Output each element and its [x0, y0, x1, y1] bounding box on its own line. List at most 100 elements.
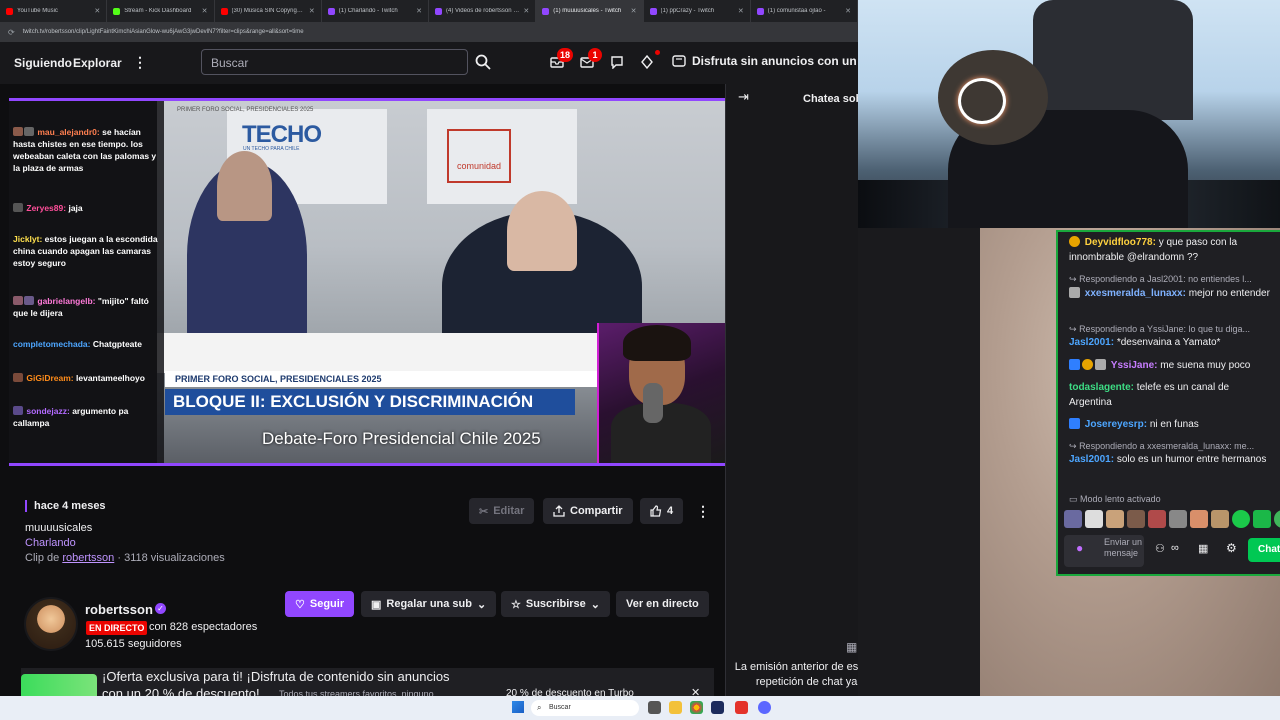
tab-close-icon[interactable]: ✕: [416, 7, 422, 15]
tab-close-icon[interactable]: ✕: [631, 7, 637, 15]
emote-icon[interactable]: [1190, 510, 1208, 528]
microphone-icon[interactable]: ●: [1076, 542, 1083, 554]
chrome-icon[interactable]: [690, 701, 703, 714]
nav-explore[interactable]: Explorar: [73, 56, 122, 70]
chat-username[interactable]: YssiJane:: [1111, 360, 1158, 371]
browser-tab[interactable]: (4) Videos de robertsson - T ✕: [429, 0, 537, 22]
emote-picker-icon[interactable]: ⚇: [1155, 542, 1165, 555]
tab-favicon-icon: [220, 7, 228, 15]
chat-username[interactable]: todaslagente:: [1069, 382, 1134, 393]
turbo-promo-button[interactable]: Disfruta sin anuncios con un 20%: [672, 54, 884, 68]
reply-text: Respondiendo a Jasl2001: no entiendes l.…: [1079, 274, 1252, 284]
watch-live-button[interactable]: Ver en directo: [616, 591, 709, 617]
chat-username[interactable]: Jasl2001:: [1069, 454, 1114, 465]
tab-title: (1) muuuusicales - Twitch: [553, 8, 622, 14]
channel-avatar[interactable]: [24, 597, 78, 651]
chat-username[interactable]: xxesmeralda_lunaxx:: [1085, 288, 1186, 299]
follow-button[interactable]: ♡ Seguir: [285, 591, 355, 617]
chat-username[interactable]: Deyvidfloo778:: [1085, 237, 1156, 248]
share-button[interactable]: Compartir: [543, 498, 633, 524]
browser-tab[interactable]: (1) Charlando - Twitch ✕: [322, 0, 429, 22]
tab-close-icon[interactable]: ✕: [738, 7, 744, 15]
start-menu-icon[interactable]: [512, 701, 524, 713]
tab-close-icon[interactable]: ✕: [94, 7, 100, 15]
tab-close-icon[interactable]: ✕: [309, 7, 315, 15]
gift-icon[interactable]: ▦: [1198, 542, 1208, 555]
browser-tab[interactable]: Stream - Kick Dashboard ✕: [107, 0, 215, 22]
emote-icon[interactable]: [1211, 510, 1229, 528]
browser-tab[interactable]: (30) Música SIN Copyright - ✕: [215, 0, 322, 22]
emote-icon[interactable]: [1253, 510, 1271, 528]
like-count: 4: [667, 505, 674, 517]
clip-creator-link[interactable]: robertsson: [62, 552, 114, 564]
side-chat-overlay: Deyvidfloo778: y que paso con la innombr…: [1056, 230, 1280, 576]
thumbs-up-icon: [650, 505, 662, 517]
reload-icon[interactable]: ⟳: [8, 28, 15, 37]
browser-address-bar[interactable]: ⟳ twitch.tv/robertsson/clip/LightFaintKi…: [0, 22, 858, 42]
follow-label: Seguir: [309, 598, 345, 610]
channel-name[interactable]: robertsson: [85, 602, 153, 617]
subscribe-button[interactable]: ☆ Suscribirse ⌄: [501, 591, 611, 617]
overlay-chat-username: GiGiDream:: [26, 373, 74, 383]
turbo-offer-banner[interactable]: ¡Oferta exclusiva para ti! ¡Disfruta de …: [21, 668, 714, 698]
tab-title: Stream - Kick Dashboard: [124, 8, 192, 14]
taskbar-search[interactable]: ⌕ Buscar: [531, 700, 639, 716]
app-icon[interactable]: [735, 701, 748, 714]
tab-close-icon[interactable]: ✕: [845, 7, 851, 15]
tab-favicon-icon: [756, 7, 764, 15]
user-badge-icon: [13, 296, 23, 305]
tab-close-icon[interactable]: ✕: [202, 7, 208, 15]
gift-sub-button[interactable]: ▣ Regalar una sub ⌄: [361, 591, 497, 617]
chat-username[interactable]: Josereyesrp:: [1085, 419, 1147, 430]
browser-tab[interactable]: (1) ppCrazy - Twitch ✕: [644, 0, 751, 22]
like-button[interactable]: 4: [640, 498, 684, 524]
settings-icon[interactable]: ⚙: [1226, 541, 1237, 555]
emote-icon[interactable]: [1274, 510, 1280, 528]
chat-username[interactable]: Jasl2001:: [1069, 337, 1114, 348]
url-text[interactable]: twitch.tv/robertsson/clip/LightFaintKimc…: [23, 29, 304, 35]
live-badge: EN DIRECTO: [86, 621, 148, 635]
more-options-icon[interactable]: ⋮: [686, 498, 720, 524]
emote-icon[interactable]: [1127, 510, 1145, 528]
emote-icon[interactable]: [1148, 510, 1166, 528]
taskview-icon[interactable]: [648, 701, 661, 714]
user-badge-icon: [1095, 359, 1106, 370]
browser-tab[interactable]: (1) comunistaa ojlao - ✕: [751, 0, 858, 22]
clip-video-player[interactable]: PRIMER FORO SOCIAL, PRESIDENCIALES 2025 …: [9, 98, 725, 466]
edit-button[interactable]: ✂ Editar: [469, 498, 535, 524]
search-input[interactable]: Buscar: [201, 49, 468, 75]
chat-header: Chatea sob: [803, 93, 863, 105]
crown-prime-icon[interactable]: [637, 52, 657, 72]
photoshop-icon[interactable]: [711, 701, 724, 714]
overlay-chat-message: sondejazz: argumento pa callampa: [13, 405, 163, 429]
tab-close-icon[interactable]: ✕: [523, 7, 529, 15]
more-menu-icon[interactable]: ⋮: [133, 54, 147, 71]
chat-input[interactable]: ● Enviar un mensaje: [1064, 535, 1144, 567]
search-icon[interactable]: [470, 49, 496, 75]
whispers-count-badge: 1: [588, 48, 602, 62]
file-explorer-icon[interactable]: [669, 701, 682, 714]
emote-icon[interactable]: [1064, 510, 1082, 528]
chat-message: Josereyesrp: ni en funas: [1069, 417, 1274, 432]
reply-context: ↪ Respondiendo a Jasl2001: no entiendes …: [1069, 274, 1279, 285]
emote-icon[interactable]: [1169, 510, 1187, 528]
chat-send-button[interactable]: Chat: [1248, 538, 1280, 562]
user-badge-icon: [13, 203, 23, 212]
emote-icon[interactable]: [1106, 510, 1124, 528]
clip-category-link[interactable]: Charlando: [25, 537, 76, 549]
browser-tab[interactable]: YouTube Music ✕: [0, 0, 108, 22]
emote-icon[interactable]: [1232, 510, 1250, 528]
chat-message: Jasl2001: *desenvaina a Yamato*: [1069, 335, 1274, 350]
emote-icon[interactable]: [1085, 510, 1103, 528]
collapse-chat-icon[interactable]: ⇥: [738, 89, 749, 105]
link-icon[interactable]: ∞: [1171, 542, 1179, 554]
chat-message: xxesmeralda_lunaxx: mejor no entender: [1069, 286, 1274, 301]
turbo-promo-label: Disfruta sin anuncios con un 20%: [692, 54, 885, 68]
browser-tab[interactable]: (1) muuuusicales - Twitch ✕: [536, 0, 644, 22]
user-badge-icon: [1069, 287, 1080, 298]
messenger-icon[interactable]: [758, 701, 771, 714]
nav-following[interactable]: Siguiendo: [14, 56, 72, 70]
chat-bubble-icon[interactable]: [607, 52, 627, 72]
tab-favicon-icon: [542, 7, 550, 15]
tab-favicon-icon: [649, 7, 657, 15]
